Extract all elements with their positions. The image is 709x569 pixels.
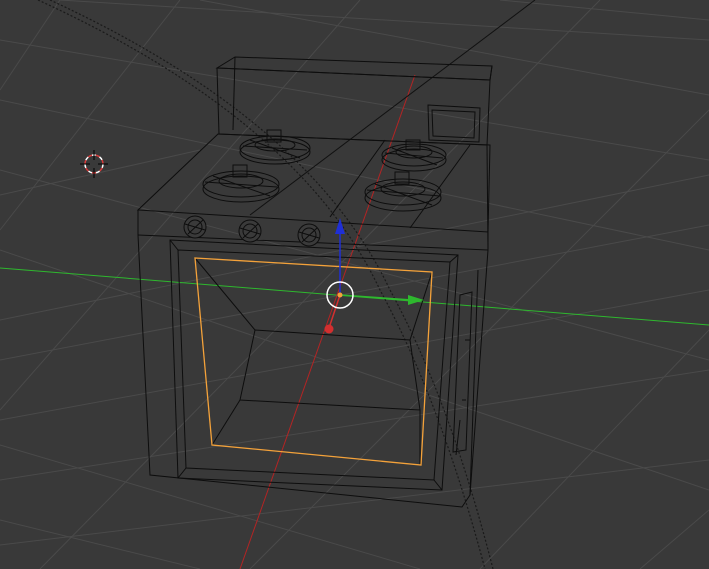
viewport-background xyxy=(0,0,709,569)
knob-3 xyxy=(297,223,321,247)
viewport-canvas[interactable] xyxy=(0,0,709,569)
knob-1 xyxy=(183,215,207,239)
object-origin-icon xyxy=(337,292,343,298)
3d-viewport[interactable] xyxy=(0,0,709,569)
gizmo-x-handle-icon[interactable] xyxy=(324,324,334,334)
knob-2 xyxy=(238,219,262,243)
